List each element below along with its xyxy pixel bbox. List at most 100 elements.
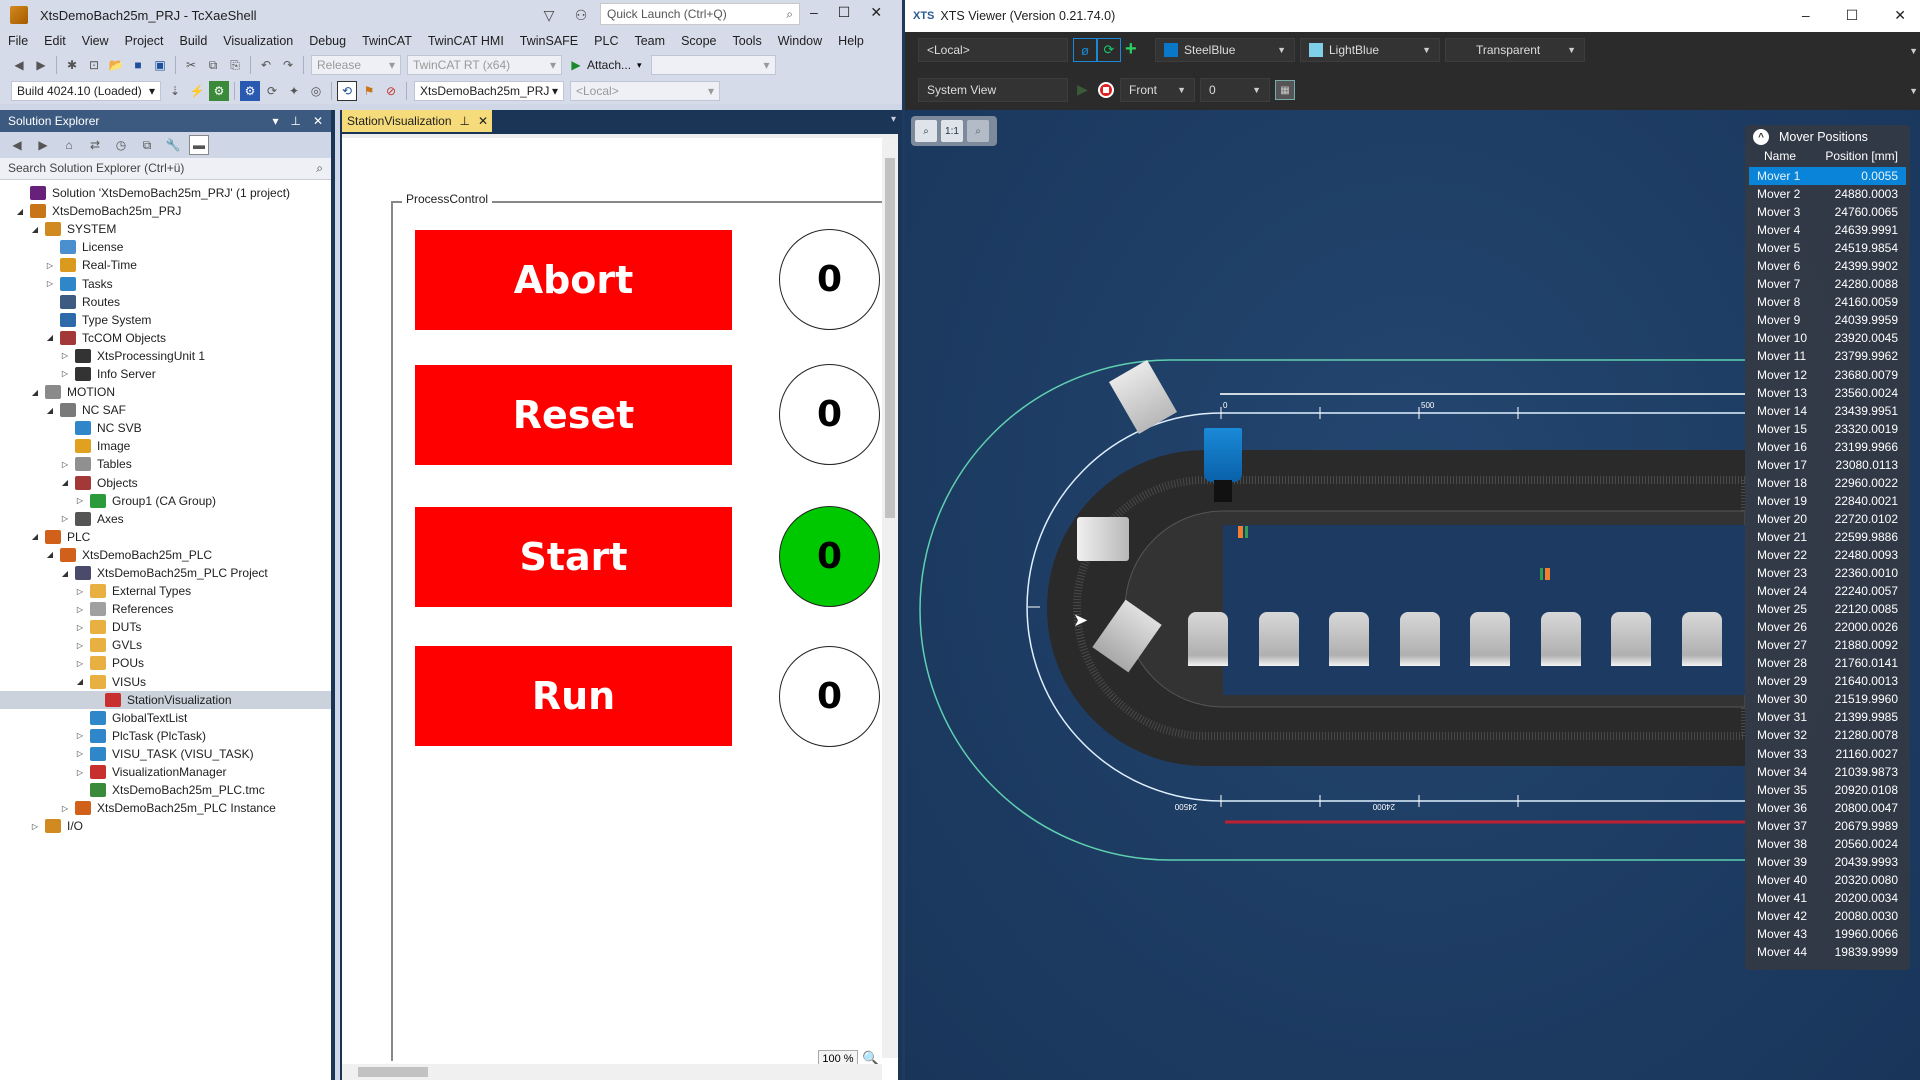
mover-straight[interactable]: [1540, 612, 1581, 666]
collapsed-icon[interactable]: ▷: [74, 768, 86, 777]
tree-item[interactable]: StationVisualization: [0, 690, 331, 709]
save-all-icon[interactable]: ▣: [150, 55, 170, 75]
tree-item[interactable]: ▷ XtsProcessingUnit 1: [0, 347, 331, 365]
menu-twincat[interactable]: TwinCAT: [354, 34, 420, 48]
menu-file[interactable]: File: [0, 34, 36, 48]
chevron-down-icon[interactable]: ▾: [272, 114, 278, 128]
tree-item[interactable]: ◢ XtsDemoBach25m_PLC Project: [0, 564, 331, 582]
play-icon[interactable]: ▶: [1077, 81, 1088, 98]
close-icon[interactable]: ✕: [478, 114, 488, 128]
forward-icon[interactable]: ▶: [33, 135, 53, 155]
plc-logout-icon[interactable]: ⊘: [381, 81, 401, 101]
close-icon[interactable]: ✕: [313, 114, 323, 128]
mover-row[interactable]: Mover 19 22840.0021: [1749, 492, 1906, 510]
column-header-name[interactable]: Name: [1751, 149, 1809, 167]
mover-straight[interactable]: [1681, 612, 1722, 666]
reset-button[interactable]: Reset: [415, 365, 732, 465]
mover-row[interactable]: Mover 24 22240.0057: [1749, 582, 1906, 600]
menu-scope[interactable]: Scope: [673, 34, 724, 48]
collapsed-icon[interactable]: ▷: [59, 460, 71, 469]
platform-dropdown[interactable]: TwinCAT RT (x64) ▾: [407, 55, 562, 75]
mover-row[interactable]: Mover 25 22120.0085: [1749, 600, 1906, 618]
menu-window[interactable]: Window: [770, 34, 830, 48]
back-icon[interactable]: ◀: [7, 135, 27, 155]
maximize-button[interactable]: ☐: [838, 4, 851, 21]
expanded-icon[interactable]: ◢: [59, 569, 71, 578]
tree-item[interactable]: ▷ POUs: [0, 654, 331, 672]
record-stop-icon[interactable]: [1098, 82, 1114, 98]
tree-item[interactable]: ▷ I/O: [0, 817, 331, 835]
collapsed-icon[interactable]: ▷: [74, 496, 86, 505]
pending-changes-icon[interactable]: ◷: [111, 135, 131, 155]
close-button[interactable]: ✕: [870, 4, 882, 21]
collapsed-icon[interactable]: ▷: [59, 369, 71, 378]
mover-straight[interactable]: [1470, 612, 1510, 666]
tree-item[interactable]: GlobalTextList: [0, 709, 331, 727]
mover-row[interactable]: Mover 34 21039.9873: [1749, 763, 1906, 781]
mover-row[interactable]: Mover 7 24280.0088: [1749, 275, 1906, 293]
mover-row[interactable]: Mover 30 21519.9960: [1749, 690, 1906, 708]
mover-row[interactable]: Mover 43 19960.0066: [1749, 925, 1906, 943]
scrollbar-thumb[interactable]: [885, 158, 895, 518]
mover-row[interactable]: Mover 23 22360.0010: [1749, 564, 1906, 582]
attach-target-dropdown[interactable]: ▾: [650, 55, 776, 75]
mover-row[interactable]: Mover 31 21399.9985: [1749, 708, 1906, 726]
mover-row[interactable]: Mover 27 21880.0092: [1749, 636, 1906, 654]
restart-run-mode-icon[interactable]: ⚙: [240, 81, 260, 101]
tree-item[interactable]: ▷ XtsDemoBach25m_PLC Instance: [0, 799, 331, 817]
mover-row[interactable]: Mover 9 24039.9959: [1749, 311, 1906, 329]
scrollbar-thumb[interactable]: [358, 1067, 428, 1077]
collapsed-icon[interactable]: ▷: [59, 804, 71, 813]
menu-help[interactable]: Help: [830, 34, 872, 48]
restart-config-mode-icon[interactable]: ⚙: [209, 81, 229, 101]
collapsed-icon[interactable]: ▷: [44, 261, 56, 270]
connect-icon[interactable]: ø: [1073, 38, 1097, 62]
tree-item[interactable]: ▷ Tasks: [0, 274, 331, 292]
vertical-scrollbar[interactable]: [882, 138, 898, 1058]
expanded-icon[interactable]: ◢: [44, 550, 56, 559]
track-color-dropdown[interactable]: LightBlue ▼: [1300, 38, 1440, 62]
tree-item[interactable]: Solution 'XtsDemoBach25m_PRJ' (1 project…: [0, 184, 331, 202]
activate-config-icon[interactable]: ⇣: [165, 81, 185, 101]
tree-item[interactable]: Routes: [0, 293, 331, 311]
attach-button[interactable]: Attach...: [587, 58, 631, 72]
mover-row[interactable]: Mover 16 23199.9966: [1749, 438, 1906, 456]
plc-login-icon[interactable]: ⟲: [337, 81, 357, 101]
mover-row[interactable]: Mover 44 19839.9999: [1749, 943, 1906, 961]
abort-button[interactable]: Abort: [415, 230, 732, 330]
mover-straight[interactable]: [1329, 612, 1369, 666]
save-icon[interactable]: ■: [128, 55, 148, 75]
refresh-icon[interactable]: ⟳: [1097, 38, 1121, 62]
collapsed-icon[interactable]: ▷: [74, 605, 86, 614]
collapsed-icon[interactable]: ▷: [74, 587, 86, 596]
target-system-dropdown[interactable]: <Local>: [918, 38, 1068, 62]
paste-icon[interactable]: ⎘: [225, 55, 245, 75]
close-button[interactable]: ✕: [1894, 7, 1906, 24]
background-dropdown[interactable]: Transparent ▼: [1445, 38, 1585, 62]
add-item-icon[interactable]: ⊡: [84, 55, 104, 75]
mover-row[interactable]: Mover 1 0.0055: [1749, 167, 1906, 186]
chevron-down-icon[interactable]: ▾: [637, 60, 642, 71]
mover-row[interactable]: Mover 21 22599.9886: [1749, 528, 1906, 546]
maximize-button[interactable]: ☐: [1846, 7, 1859, 24]
collapse-icon[interactable]: ^: [1753, 129, 1769, 145]
solution-search-input[interactable]: Search Solution Explorer (Ctrl+ü) ⌕: [0, 158, 331, 180]
collapsed-icon[interactable]: ▷: [74, 641, 86, 650]
menu-tools[interactable]: Tools: [725, 34, 770, 48]
mover-row[interactable]: Mover 32 21280.0078: [1749, 726, 1906, 744]
mover-row[interactable]: Mover 6 24399.9902: [1749, 257, 1906, 275]
home-icon[interactable]: ⌂: [59, 135, 79, 155]
mover-row[interactable]: Mover 36 20800.0047: [1749, 799, 1906, 817]
collapsed-icon[interactable]: ▷: [59, 514, 71, 523]
reload-icon[interactable]: ⟳: [262, 81, 282, 101]
mover-row[interactable]: Mover 33 21160.0027: [1749, 745, 1906, 763]
index-dropdown[interactable]: 0 ▼: [1200, 78, 1270, 102]
menu-plc[interactable]: PLC: [586, 34, 626, 48]
mover-straight[interactable]: [1611, 612, 1651, 666]
collapsed-icon[interactable]: ▷: [59, 351, 71, 360]
mover-row[interactable]: Mover 17 23080.0113: [1749, 456, 1906, 474]
mover-color-dropdown[interactable]: SteelBlue ▼: [1155, 38, 1295, 62]
tree-item[interactable]: ◢ MOTION: [0, 383, 331, 401]
mover-straight[interactable]: [1258, 612, 1299, 666]
pin-icon[interactable]: ⊥: [460, 114, 470, 128]
